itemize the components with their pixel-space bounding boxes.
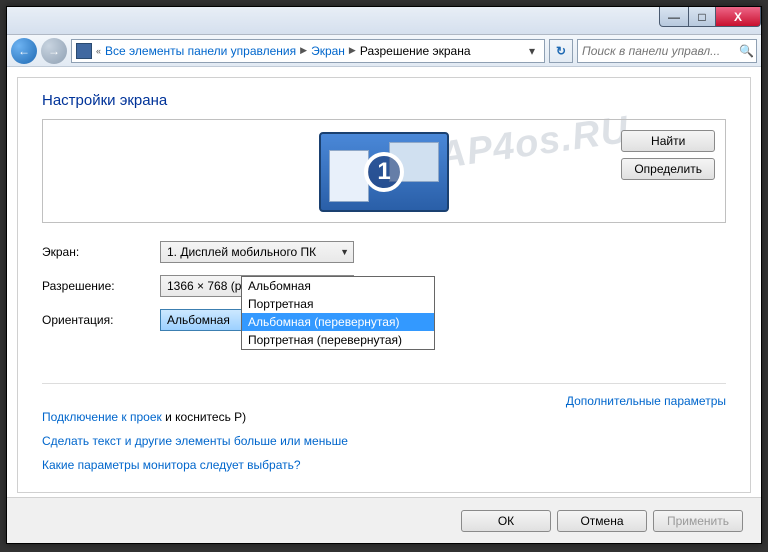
orientation-option-portrait-flipped[interactable]: Портретная (перевернутая) <box>242 331 434 349</box>
detect-button[interactable]: Определить <box>621 158 715 180</box>
orientation-dropdown: Альбомная Портретная Альбомная (переверн… <box>241 276 435 350</box>
content-area: AP4os.RU Настройки экрана 1 Найти Опреде… <box>17 77 751 493</box>
titlebar[interactable]: — □ X <box>7 7 761 35</box>
breadcrumb: « Все элементы панели управления ▶ Экран… <box>96 44 520 58</box>
breadcrumb-item-all[interactable]: Все элементы панели управления <box>105 44 296 58</box>
control-panel-icon <box>76 43 92 59</box>
chevron-icon: ▶ <box>349 45 356 56</box>
advanced-row: Дополнительные параметры <box>42 383 726 408</box>
orientation-option-landscape[interactable]: Альбомная <box>242 277 434 295</box>
breadcrumb-item-display[interactable]: Экран <box>311 44 345 58</box>
search-icon: 🔍 <box>739 44 754 58</box>
row-screen: Экран: 1. Дисплей мобильного ПК ▼ <box>42 241 726 263</box>
orientation-option-portrait[interactable]: Портретная <box>242 295 434 313</box>
display-preview-box: 1 Найти Определить <box>42 119 726 223</box>
orientation-value: Альбомная <box>167 313 230 327</box>
help-links: Подключение к проек и коснитесь P) Сдела… <box>42 410 726 472</box>
cancel-button[interactable]: Отмена <box>557 510 647 532</box>
back-button[interactable]: ← <box>11 38 37 64</box>
refresh-button[interactable]: ↻ <box>549 39 573 63</box>
navbar: ← → « Все элементы панели управления ▶ Э… <box>7 35 761 67</box>
breadcrumb-item-resolution: Разрешение экрана <box>360 44 471 58</box>
minimize-icon: — <box>668 10 680 24</box>
dialog-footer: ОК Отмена Применить <box>7 497 761 543</box>
address-bar[interactable]: « Все элементы панели управления ▶ Экран… <box>71 39 545 63</box>
apply-button[interactable]: Применить <box>653 510 743 532</box>
minimize-button[interactable]: — <box>659 7 689 27</box>
window-frame: — □ X ← → « Все элементы панели управлен… <box>6 6 762 544</box>
maximize-icon: □ <box>698 10 705 24</box>
chevron-icon: ▶ <box>300 45 307 56</box>
forward-button: → <box>41 38 67 64</box>
screen-value: 1. Дисплей мобильного ПК <box>167 245 316 259</box>
close-icon: X <box>734 10 742 24</box>
search-box[interactable]: 🔍 <box>577 39 757 63</box>
screen-select[interactable]: 1. Дисплей мобильного ПК ▼ <box>160 241 354 263</box>
advanced-settings-link[interactable]: Дополнительные параметры <box>566 394 726 408</box>
preview-side-buttons: Найти Определить <box>621 130 715 180</box>
monitor-wallpaper-thumb <box>329 150 369 202</box>
text-size-link[interactable]: Сделать текст и другие элементы больше и… <box>42 434 348 448</box>
maximize-button[interactable]: □ <box>688 7 716 27</box>
projector-link[interactable]: Подключение к проек <box>42 410 162 424</box>
search-input[interactable] <box>582 44 739 58</box>
projector-suffix: и коснитесь P) <box>162 410 246 424</box>
monitor-number-badge: 1 <box>364 152 404 192</box>
chevron-icon: « <box>96 46 101 56</box>
address-dropdown-button[interactable]: ▾ <box>524 44 540 58</box>
chevron-down-icon: ▼ <box>340 247 349 257</box>
arrow-left-icon: ← <box>18 44 30 58</box>
orientation-label: Ориентация: <box>42 313 160 327</box>
window-controls: — □ X <box>660 7 761 27</box>
projector-link-row: Подключение к проек и коснитесь P) <box>42 410 726 424</box>
page-title: Настройки экрана <box>42 92 726 109</box>
close-button[interactable]: X <box>715 7 761 27</box>
resolution-label: Разрешение: <box>42 279 160 293</box>
find-button[interactable]: Найти <box>621 130 715 152</box>
arrow-right-icon: → <box>48 44 60 58</box>
orientation-option-landscape-flipped[interactable]: Альбомная (перевернутая) <box>242 313 434 331</box>
which-monitor-link[interactable]: Какие параметры монитора следует выбрать… <box>42 458 301 472</box>
refresh-icon: ↻ <box>556 44 566 58</box>
ok-button[interactable]: ОК <box>461 510 551 532</box>
screen-label: Экран: <box>42 245 160 259</box>
monitor-preview[interactable]: 1 <box>319 132 449 212</box>
